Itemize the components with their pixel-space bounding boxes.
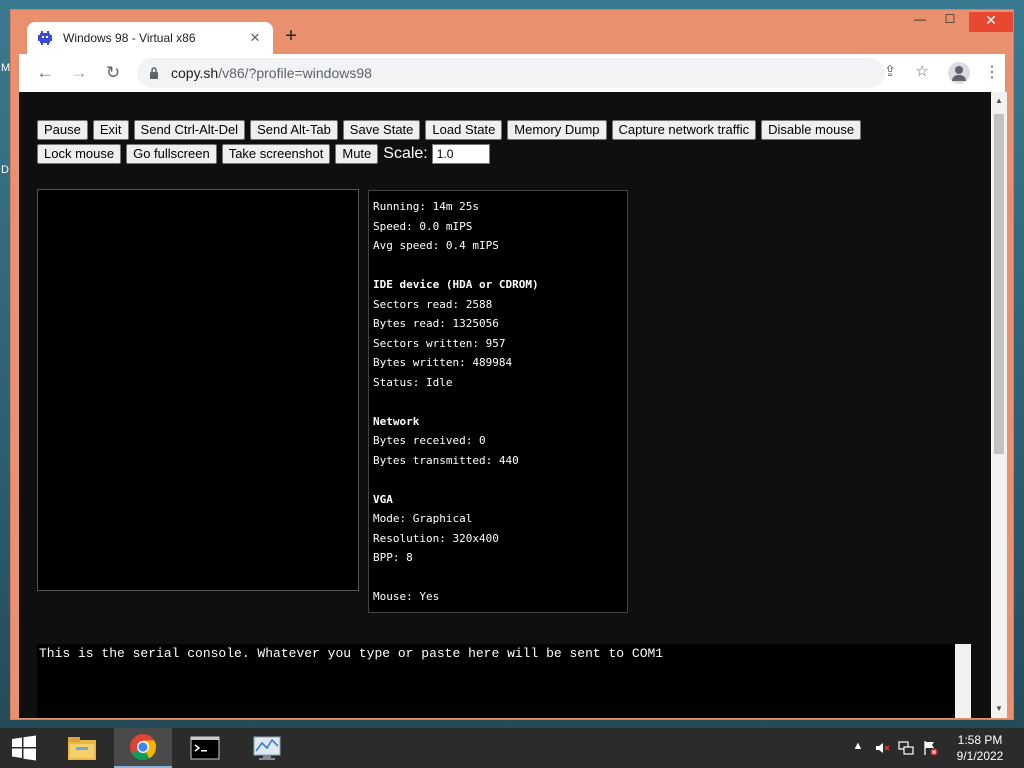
stats-line: Running: 14m 25s	[373, 200, 479, 213]
load-state-button[interactable]: Load State	[425, 120, 503, 140]
capture-network-traffic-button[interactable]: Capture network traffic	[611, 120, 757, 140]
emulator-controls-row-2: Lock mouse Go fullscreen Take screenshot Mu…	[37, 144, 490, 164]
taskbar: ▲ 1:58 PM 9/1/2022	[0, 728, 1024, 768]
share-icon[interactable]: ⇪	[879, 62, 901, 84]
page-scrollbar[interactable]: ▲ ▼	[991, 92, 1007, 718]
new-tab-button[interactable]: +	[279, 25, 303, 49]
url-path: /v86/?profile=windows98	[218, 65, 372, 81]
browser-window: Windows 98 - Virtual x86 ✕ + — ☐ ✕ ← → ↻…	[10, 9, 1014, 720]
stats-line	[373, 568, 623, 588]
desktop-icon-label: M	[1, 62, 11, 74]
folder-icon	[68, 737, 96, 760]
stats-line: BPP: 8	[373, 551, 413, 564]
go-fullscreen-button[interactable]: Go fullscreen	[126, 144, 217, 164]
close-window-button[interactable]: ✕	[969, 12, 1013, 32]
forward-arrow-icon[interactable]: →	[67, 62, 91, 84]
stats-line: Bytes transmitted: 440	[373, 453, 519, 467]
mute-button[interactable]: Mute	[335, 144, 379, 164]
scale-label: Scale:	[383, 145, 428, 162]
scale-input[interactable]	[431, 144, 490, 164]
lock-mouse-button[interactable]: Lock mouse	[37, 144, 122, 164]
memory-dump-button[interactable]: Memory Dump	[507, 120, 607, 140]
tab-strip: Windows 98 - Virtual x86 ✕ + — ☐ ✕	[11, 10, 1013, 54]
url-text: copy.sh/v86/?profile=windows98	[171, 65, 372, 81]
stats-line	[373, 392, 623, 412]
minimize-button[interactable]: —	[905, 12, 935, 32]
tab-close-icon[interactable]: ✕	[247, 30, 263, 46]
stats-line: Bytes read: 1325056	[373, 317, 499, 330]
action-center-flag-icon[interactable]	[922, 740, 938, 756]
lock-icon	[150, 67, 158, 79]
stats-line: Mode: Graphical	[373, 512, 473, 525]
stats-line: Sectors read: 2588	[373, 297, 493, 311]
clock-date: 9/1/2022	[956, 749, 1004, 763]
volume-muted-icon[interactable]	[874, 740, 890, 756]
scrollbar-thumb[interactable]	[994, 114, 1004, 454]
taskbar-command-prompt[interactable]	[176, 728, 234, 768]
taskbar-performance-monitor[interactable]	[238, 728, 296, 768]
profile-avatar-icon[interactable]	[948, 62, 970, 84]
address-bar[interactable]: copy.sh/v86/?profile=windows98	[137, 58, 885, 88]
reload-icon[interactable]: ↻	[101, 62, 125, 84]
windows-logo-icon	[12, 735, 36, 761]
start-button[interactable]	[0, 728, 48, 768]
clock-time: 1:58 PM	[957, 733, 1003, 747]
serial-console-scrollbar[interactable]	[955, 644, 971, 718]
send-alt-tab-button[interactable]: Send Alt-Tab	[250, 120, 338, 140]
maximize-button[interactable]: ☐	[935, 12, 965, 32]
stats-line: Status: Idle	[373, 375, 453, 389]
stats-line: Bytes written: 489984	[373, 356, 513, 369]
bookmark-star-icon[interactable]: ☆	[911, 62, 933, 84]
v86-favicon-icon	[38, 31, 52, 45]
take-screenshot-button[interactable]: Take screenshot	[221, 144, 331, 164]
exit-button[interactable]: Exit	[92, 120, 129, 140]
stats-section-heading: IDE device (HDA or CDROM)	[373, 278, 539, 291]
stats-line: Bytes received: 0	[373, 434, 486, 447]
stats-line: Speed: 0.0 mIPS	[373, 219, 473, 233]
stats-line	[373, 256, 623, 276]
pause-button[interactable]: Pause	[37, 120, 88, 140]
stats-section-heading: VGA	[373, 492, 393, 506]
save-state-button[interactable]: Save State	[342, 120, 421, 140]
tray-overflow-chevron-icon[interactable]: ▲	[850, 740, 866, 756]
emulator-stats-panel: Running: 14m 25s Speed: 0.0 mIPS Avg speed…	[368, 190, 628, 613]
serial-console-text: This is the serial console. Whatever you…	[39, 646, 664, 661]
stats-line: Sectors written: 957	[373, 336, 506, 350]
emulator-controls-row-1: Pause Exit Send Ctrl-Alt-Del Send Alt-Tab Sa…	[37, 120, 866, 140]
taskbar-file-explorer[interactable]	[53, 728, 111, 768]
network-icon[interactable]	[898, 740, 914, 756]
taskbar-chrome[interactable]	[114, 728, 172, 768]
stats-section-heading: Network	[373, 414, 420, 428]
page-content: Pause Exit Send Ctrl-Alt-Del Send Alt-Tab Sa…	[19, 92, 991, 718]
stats-line: Avg speed: 0.4 mIPS	[373, 239, 499, 252]
browser-toolbar: ← → ↻ copy.sh/v86/?profile=windows98 ⇪ ☆…	[19, 54, 1005, 92]
stats-line: Resolution: 320x400	[373, 531, 499, 545]
serial-console[interactable]: This is the serial console. Whatever you…	[37, 644, 955, 718]
emulator-screen[interactable]	[37, 189, 359, 591]
chrome-icon	[130, 734, 157, 761]
browser-menu-icon[interactable]: ⋮	[984, 62, 1000, 84]
url-host: copy.sh	[171, 65, 219, 81]
tab-title: Windows 98 - Virtual x86	[63, 31, 196, 45]
back-arrow-icon[interactable]: ←	[33, 62, 57, 84]
stats-line: Mouse: Yes	[373, 590, 440, 603]
scroll-down-arrow-icon[interactable]: ▼	[994, 704, 1004, 713]
terminal-icon	[190, 736, 220, 760]
taskbar-clock[interactable]: 1:58 PM 9/1/2022	[944, 732, 1016, 764]
desktop-icon-label: D	[1, 164, 9, 176]
monitor-chart-icon	[253, 736, 281, 760]
send-ctrl-alt-del-button[interactable]: Send Ctrl-Alt-Del	[133, 120, 246, 140]
stats-line	[373, 470, 623, 490]
disable-mouse-button[interactable]: Disable mouse	[761, 120, 862, 140]
scroll-up-arrow-icon[interactable]: ▲	[994, 96, 1004, 105]
browser-tab[interactable]: Windows 98 - Virtual x86 ✕	[27, 22, 273, 54]
